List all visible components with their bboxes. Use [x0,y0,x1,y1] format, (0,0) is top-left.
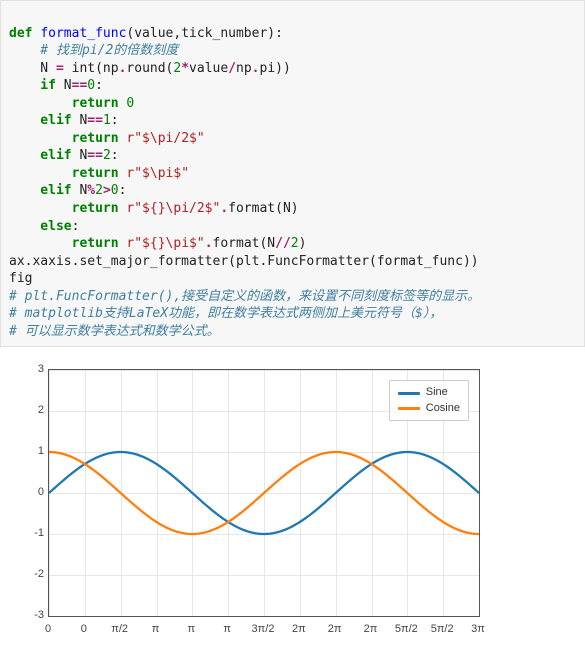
legend-swatch-sine [398,392,420,395]
code-text: : [111,113,119,128]
code-text: (value,tick_number): [126,26,283,41]
y-tick-label: 3 [18,363,44,375]
op: == [87,113,103,128]
func-name: format_func [40,26,126,41]
num: 1 [103,113,111,128]
y-tick-label: -3 [18,609,44,621]
code-text: N [9,61,56,76]
code-text: np [236,61,252,76]
string: r"${}\pi$" [126,236,204,251]
x-tick-label: π [223,623,231,635]
kw-else: else [9,219,72,234]
op: . [205,236,213,251]
string: r"$\pi$" [126,166,189,181]
gridline-horizontal [49,616,479,617]
num: 2 [103,148,111,163]
num: 0 [87,78,95,93]
x-tick-label: 3π/2 [252,623,275,635]
legend-label: Sine [426,385,448,400]
code-text: format(N [213,236,276,251]
plot-area: Sine Cosine [48,369,480,617]
comment: # matplotlib支持LaTeX功能，即在数学表达式两侧加上美元符号（$）… [9,306,442,321]
legend-swatch-cosine [398,407,420,410]
code-text: ax.xaxis.set_major_formatter(plt.FuncFor… [9,254,479,269]
op: * [181,61,189,76]
code-text: ) [299,236,307,251]
kw-def: def [9,26,40,41]
code-text: : [95,78,103,93]
gridline-vertical [479,370,480,616]
code-text: int(np [64,61,119,76]
chart: Sine Cosine -3 -2 -1 0 1 2 3 0 0 π/2 π π π 3π/2 2π 2π 2… [18,361,488,641]
code-text: : [111,148,119,163]
code-text: pi)) [260,61,291,76]
kw-return: return [9,236,126,251]
code-block: def format_func(value,tick_number): # 找到… [0,0,585,347]
op: // [275,236,291,251]
op: == [72,78,88,93]
code-text: : [72,219,80,234]
num: 0 [111,183,119,198]
x-tick-label: 0 [45,623,51,635]
chart-output: Sine Cosine -3 -2 -1 0 1 2 3 0 0 π/2 π π π 3π/2 2π 2π 2… [0,347,585,651]
op: . [220,201,228,216]
op: / [228,61,236,76]
y-tick-label: 0 [18,486,44,498]
op: > [103,183,111,198]
x-tick-label: 2π [292,623,306,635]
kw-elif: elif [9,183,79,198]
kw-elif: elif [9,113,79,128]
op: . [252,61,260,76]
code-text: N [64,78,72,93]
code-text: : [119,183,127,198]
comment: # plt.FuncFormatter(),接受自定义的函数，来设置不同刻度标签… [9,289,480,304]
legend-item-sine: Sine [398,385,460,400]
x-tick-label: 3π [471,623,485,635]
code-text: round( [126,61,173,76]
y-tick-label: 2 [18,404,44,416]
kw-return: return [9,131,126,146]
x-tick-label: 5π/2 [395,623,418,635]
code-text: fig [9,271,32,286]
num: 2 [95,183,103,198]
code-text: format(N) [228,201,298,216]
chart-legend: Sine Cosine [389,380,469,421]
x-tick-label: π [188,623,196,635]
x-tick-label: 5π/2 [431,623,454,635]
kw-elif: elif [9,148,79,163]
num: 2 [291,236,299,251]
x-tick-label: 0 [81,623,87,635]
comment: # 找到pi/2的倍数刻度 [9,43,178,58]
code-text: value [189,61,228,76]
op: == [87,148,103,163]
comment: # 可以显示数学表达式和数学公式。 [9,324,220,339]
string: r"${}\pi/2$" [126,201,220,216]
op: = [56,61,64,76]
num: 0 [126,96,134,111]
legend-item-cosine: Cosine [398,401,460,416]
y-tick-label: -2 [18,568,44,580]
kw-return: return [9,96,126,111]
y-tick-label: 1 [18,445,44,457]
x-tick-label: 2π [364,623,378,635]
legend-label: Cosine [426,401,460,416]
x-tick-label: π/2 [111,623,128,635]
chart-series-line [49,452,479,534]
kw-return: return [9,166,126,181]
kw-if: if [9,78,64,93]
kw-return: return [9,201,126,216]
string: r"$\pi/2$" [126,131,204,146]
x-tick-label: π [152,623,160,635]
op: % [87,183,95,198]
x-tick-label: 2π [328,623,342,635]
y-tick-label: -1 [18,527,44,539]
